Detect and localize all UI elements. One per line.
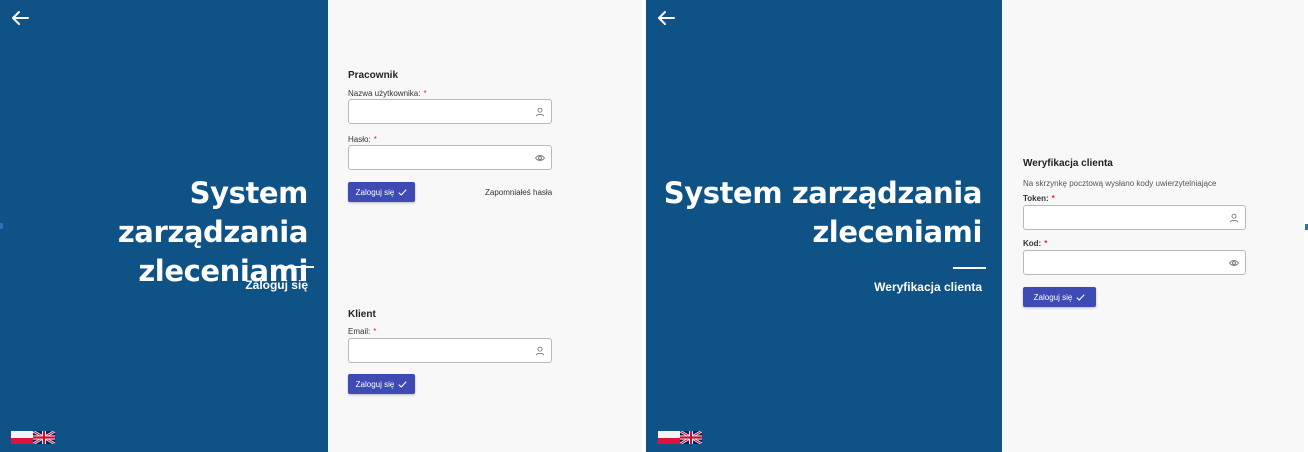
right-form-panel: Weryfikacja clienta Na skrzynkę pocztową… bbox=[1002, 0, 1304, 452]
user-icon bbox=[1229, 213, 1239, 223]
uk-flag-icon[interactable] bbox=[33, 431, 55, 444]
employee-section-title: Pracownik bbox=[348, 70, 399, 81]
required-mark: * bbox=[373, 135, 377, 144]
forgot-password-link[interactable]: Zapomniałeś hasła bbox=[485, 188, 552, 197]
eye-icon[interactable] bbox=[1229, 258, 1239, 268]
required-mark: * bbox=[1051, 194, 1055, 203]
hero-divider bbox=[953, 267, 986, 269]
pl-flag-icon[interactable] bbox=[658, 431, 680, 444]
hero-subtitle: Zaloguj się bbox=[245, 278, 308, 292]
code-label-text: Kod: bbox=[1023, 239, 1042, 248]
left-form-panel: Pracownik Nazwa użytkownika: * Hasło: * Za… bbox=[328, 0, 642, 452]
username-label: Nazwa użytkownika: * bbox=[348, 89, 427, 98]
hero-divider bbox=[283, 266, 314, 268]
left-hero-panel: System zarządzania zleceniami Zaloguj si… bbox=[0, 0, 328, 452]
arrow-left-icon[interactable] bbox=[657, 10, 675, 26]
right-hero-panel: System zarządzania zleceniami Weryfikacj… bbox=[646, 0, 1002, 452]
hero-title: System zarządzania zleceniami bbox=[663, 174, 983, 252]
token-field[interactable] bbox=[1023, 205, 1246, 230]
token-label-text: Token: bbox=[1023, 194, 1049, 203]
token-label: Token: * bbox=[1023, 194, 1055, 203]
password-field[interactable] bbox=[348, 145, 552, 170]
verification-description: Na skrzynkę pocztową wysłano kody uwierz… bbox=[1023, 179, 1217, 188]
verification-login-button-label: Zaloguj się bbox=[1033, 292, 1073, 302]
username-label-text: Nazwa użytkownika: bbox=[348, 89, 421, 98]
email-label-text: Email: bbox=[348, 327, 371, 336]
password-input[interactable] bbox=[349, 146, 551, 169]
check-icon bbox=[1076, 293, 1085, 301]
hero-title-line2: zleceniami bbox=[812, 215, 982, 249]
password-label-text: Hasło: bbox=[348, 135, 371, 144]
employee-login-button[interactable]: Zaloguj się bbox=[348, 182, 415, 202]
uk-flag-icon[interactable] bbox=[680, 431, 702, 444]
username-field[interactable] bbox=[348, 99, 552, 124]
required-mark: * bbox=[423, 89, 427, 98]
check-icon bbox=[398, 188, 407, 196]
hero-subtitle: Weryfikacja clienta bbox=[874, 280, 982, 294]
hero-title: System zarządzania zleceniami bbox=[0, 174, 309, 291]
password-label: Hasło: * bbox=[348, 135, 377, 144]
eye-icon[interactable] bbox=[535, 153, 545, 163]
hero-title-line1: System zarządzania bbox=[117, 176, 309, 249]
required-mark: * bbox=[373, 327, 377, 336]
username-input[interactable] bbox=[349, 100, 551, 123]
code-field[interactable] bbox=[1023, 250, 1246, 275]
resize-handle-left bbox=[0, 223, 3, 229]
required-mark: * bbox=[1044, 239, 1048, 248]
verification-login-button[interactable]: Zaloguj się bbox=[1023, 287, 1096, 307]
client-login-button-label: Zaloguj się bbox=[355, 379, 395, 389]
pl-flag-icon[interactable] bbox=[11, 431, 33, 444]
client-section-title: Klient bbox=[348, 309, 376, 320]
check-icon bbox=[398, 380, 407, 388]
email-input[interactable] bbox=[349, 339, 551, 362]
verification-section-title: Weryfikacja clienta bbox=[1023, 158, 1113, 169]
user-icon bbox=[535, 107, 545, 117]
language-switcher bbox=[658, 431, 702, 444]
code-input[interactable] bbox=[1024, 251, 1245, 274]
email-label: Email: * bbox=[348, 327, 376, 336]
arrow-left-icon[interactable] bbox=[11, 10, 29, 26]
email-field[interactable] bbox=[348, 338, 552, 363]
language-switcher bbox=[11, 431, 55, 444]
token-input[interactable] bbox=[1024, 206, 1245, 229]
code-label: Kod: * bbox=[1023, 239, 1047, 248]
hero-title-line1: System zarządzania bbox=[663, 176, 983, 210]
user-icon bbox=[535, 346, 545, 356]
client-login-button[interactable]: Zaloguj się bbox=[348, 374, 415, 394]
employee-login-button-label: Zaloguj się bbox=[355, 187, 395, 197]
